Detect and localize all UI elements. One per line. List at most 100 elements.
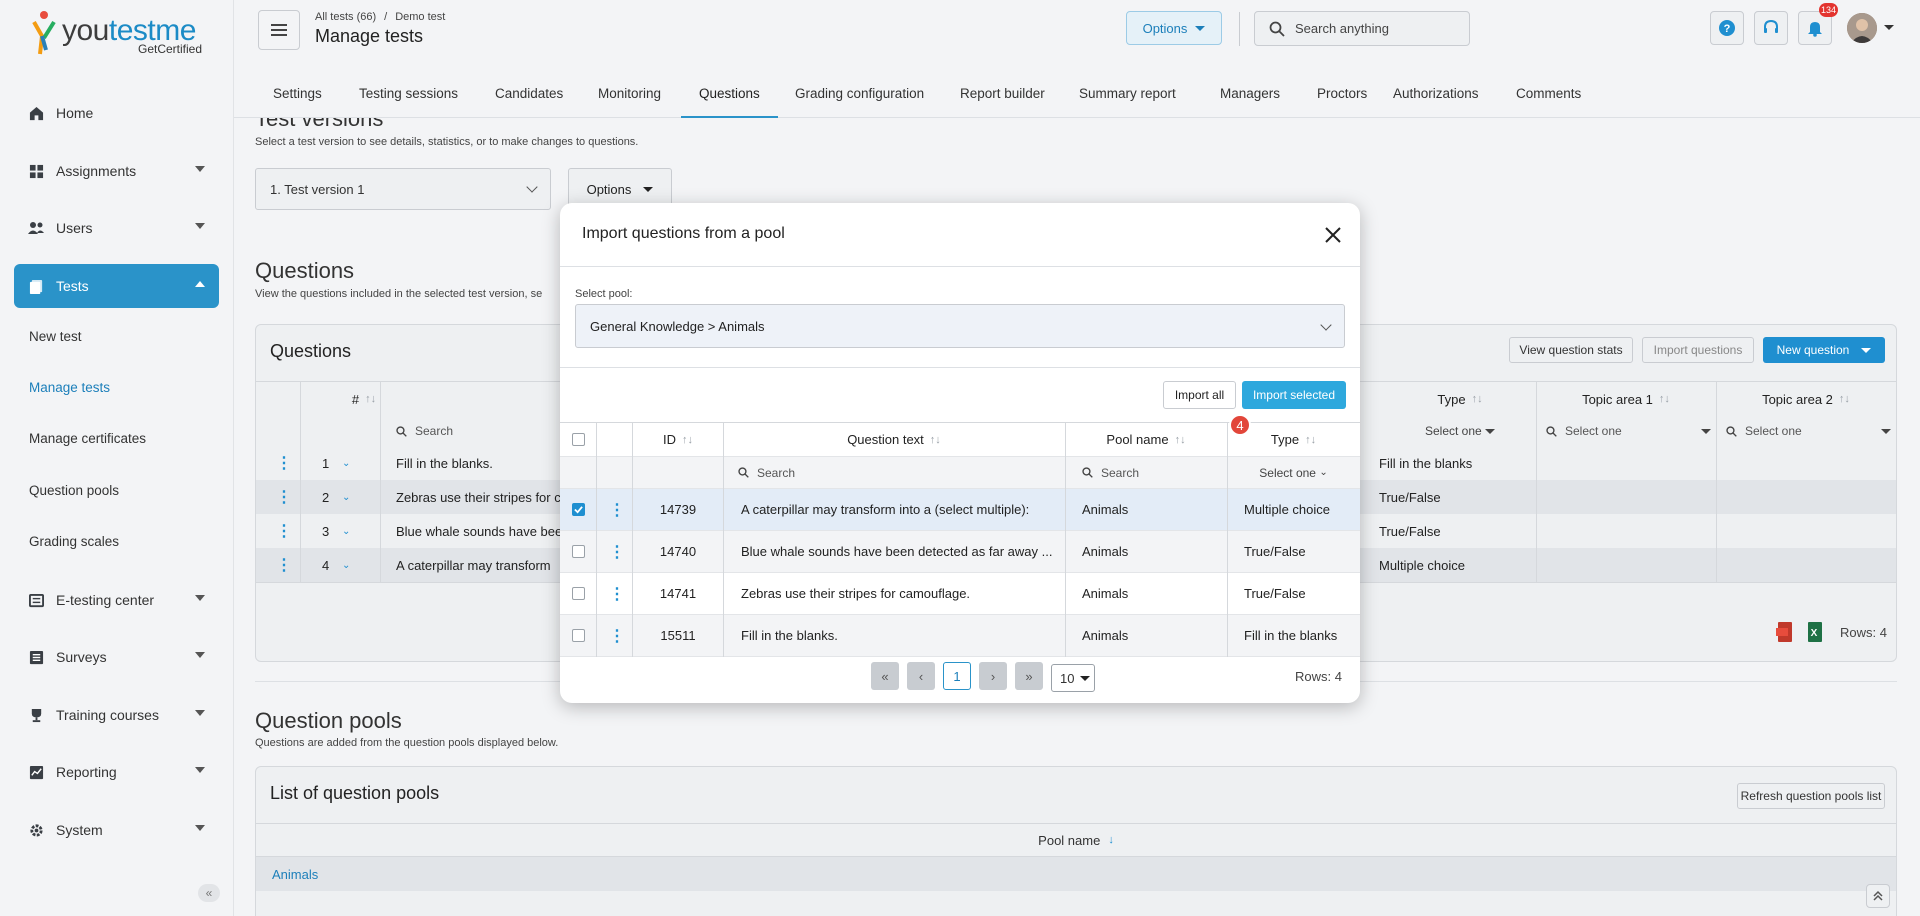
row-checkbox[interactable] xyxy=(572,573,585,614)
breadcrumb-current[interactable]: Demo test xyxy=(395,11,445,23)
pool-name-search-input[interactable]: Search xyxy=(1082,457,1139,488)
chevron-down-icon xyxy=(195,767,205,773)
tab-managers[interactable]: Managers xyxy=(1220,74,1280,118)
help-button[interactable]: ? xyxy=(1710,11,1744,45)
question-text: A caterpillar may transform xyxy=(396,557,551,573)
table-filter-row: Search Search Select one ⌄ xyxy=(560,457,1360,489)
sidebar-item-assignments[interactable]: Assignments xyxy=(14,149,219,193)
row-menu-icon[interactable]: ⋮ xyxy=(276,548,292,582)
pool-select[interactable]: General Knowledge > Animals xyxy=(575,304,1345,348)
row-menu-icon[interactable]: ⋮ xyxy=(609,615,625,656)
table-row[interactable]: ⋮ 14741 Zebras use their stripes for cam… xyxy=(560,573,1360,615)
topic2-filter-select[interactable]: Select one xyxy=(1726,416,1891,446)
tab-settings[interactable]: Settings xyxy=(273,74,322,118)
sidebar-subitem-manage-tests[interactable]: Manage tests xyxy=(29,380,110,395)
sidebar-item-training-courses[interactable]: Training courses xyxy=(14,693,219,737)
import-questions-button[interactable]: Import questions xyxy=(1642,337,1754,363)
last-page-button[interactable]: » xyxy=(1015,662,1043,690)
column-header-pool-name[interactable]: Pool name ↑↓ xyxy=(1065,423,1227,456)
sidebar-item-reporting[interactable]: Reporting xyxy=(14,750,219,794)
row-checkbox[interactable] xyxy=(572,615,585,656)
row-checkbox[interactable] xyxy=(572,531,585,572)
avatar[interactable] xyxy=(1847,13,1877,43)
next-page-button[interactable]: › xyxy=(979,662,1007,690)
sidebar-subitem-new-test[interactable]: New test xyxy=(29,329,82,344)
tab-candidates[interactable]: Candidates xyxy=(495,74,563,118)
pool-name-link[interactable]: Animals xyxy=(272,867,318,882)
collapse-sidebar-icon[interactable]: « xyxy=(198,884,220,902)
tab-authorizations[interactable]: Authorizations xyxy=(1393,74,1479,118)
column-header-topic-area-2[interactable]: Topic area 2 ↑↓ xyxy=(1716,382,1896,416)
pool-name-column-header[interactable]: Pool name ↓ xyxy=(256,823,1896,857)
column-header-topic-area-1[interactable]: Topic area 1 ↑↓ xyxy=(1536,382,1716,416)
options-button[interactable]: Options xyxy=(1126,11,1222,45)
sidebar-subitem-question-pools[interactable]: Question pools xyxy=(29,483,119,498)
row-menu-icon[interactable]: ⋮ xyxy=(276,446,292,480)
logo[interactable]: youtestme GetCertified xyxy=(28,10,228,56)
column-header-num[interactable]: # ↑↓ xyxy=(324,382,404,416)
row-menu-icon[interactable]: ⋮ xyxy=(609,489,625,530)
scroll-to-top-button[interactable] xyxy=(1866,884,1890,908)
sidebar-item-e-testing-center[interactable]: E-testing center xyxy=(14,578,219,622)
sidebar-item-home[interactable]: Home xyxy=(14,91,219,135)
page-size-select[interactable]: 10 xyxy=(1051,664,1095,692)
tab-report-builder[interactable]: Report builder xyxy=(960,74,1045,118)
table-row[interactable]: ⋮ 14739 A caterpillar may transform into… xyxy=(560,489,1360,531)
sidebar-subitem-grading-scales[interactable]: Grading scales xyxy=(29,534,119,549)
tab-testing-sessions[interactable]: Testing sessions xyxy=(359,74,458,118)
row-menu-icon[interactable]: ⋮ xyxy=(276,514,292,548)
global-search-input[interactable]: Search anything xyxy=(1254,11,1470,46)
table-row[interactable]: ⋮ 14740 Blue whale sounds have been dete… xyxy=(560,531,1360,573)
row-menu-icon[interactable]: ⋮ xyxy=(609,531,625,572)
pool-row[interactable]: Animals xyxy=(256,857,1896,891)
import-selected-button[interactable]: Import selected xyxy=(1242,381,1346,409)
previous-page-button[interactable]: ‹ xyxy=(907,662,935,690)
support-button[interactable] xyxy=(1754,11,1788,45)
refresh-question-pools-button[interactable]: Refresh question pools list xyxy=(1737,783,1885,809)
chevron-down-icon xyxy=(195,652,205,658)
export-pdf-icon[interactable] xyxy=(1776,622,1794,642)
sidebar-item-surveys[interactable]: Surveys xyxy=(14,635,219,679)
close-icon[interactable] xyxy=(1323,225,1343,245)
first-page-button[interactable]: « xyxy=(871,662,899,690)
caret-down-icon[interactable] xyxy=(1884,25,1894,30)
tab-grading-configuration[interactable]: Grading configuration xyxy=(795,74,924,118)
tab-questions[interactable]: Questions xyxy=(681,74,778,118)
expand-chevron-icon[interactable]: ⌄ xyxy=(342,514,350,548)
current-page-button[interactable]: 1 xyxy=(943,662,971,690)
question-text: Zebras use their stripes for c xyxy=(396,489,561,505)
column-header-id[interactable]: ID ↑↓ xyxy=(633,423,723,456)
sidebar-subitem-manage-certificates[interactable]: Manage certificates xyxy=(29,431,146,446)
assignments-icon xyxy=(28,163,44,179)
breadcrumb-link[interactable]: All tests (66) xyxy=(315,11,376,23)
table-row[interactable]: ⋮ 15511 Fill in the blanks. Animals Fill… xyxy=(560,615,1360,657)
type-filter-select[interactable]: Select one xyxy=(1384,416,1536,446)
column-header-type[interactable]: Type ↑↓ xyxy=(1384,382,1536,416)
sidebar-item-system[interactable]: System xyxy=(14,808,219,852)
expand-chevron-icon[interactable]: ⌄ xyxy=(342,446,350,480)
topic1-filter-select[interactable]: Select one xyxy=(1546,416,1711,446)
chevron-down-icon xyxy=(1881,428,1891,434)
sidebar-item-tests[interactable]: Tests xyxy=(14,264,219,308)
expand-chevron-icon[interactable]: ⌄ xyxy=(342,480,350,514)
test-version-select[interactable]: 1. Test version 1 xyxy=(255,168,551,210)
type-filter-select[interactable]: Select one ⌄ xyxy=(1227,457,1360,488)
question-text-search-input[interactable]: Search xyxy=(738,457,795,488)
select-all-checkbox[interactable] xyxy=(572,423,585,456)
tab-summary-report[interactable]: Summary report xyxy=(1079,74,1176,118)
sidebar-item-users[interactable]: Users xyxy=(14,206,219,250)
expand-chevron-icon[interactable]: ⌄ xyxy=(342,548,350,582)
question-text: Fill in the blanks. xyxy=(396,455,493,471)
hamburger-menu-icon[interactable] xyxy=(258,10,300,50)
row-menu-icon[interactable]: ⋮ xyxy=(276,480,292,514)
row-checkbox[interactable] xyxy=(572,489,585,530)
new-question-button[interactable]: New question xyxy=(1763,337,1885,363)
tab-proctors[interactable]: Proctors xyxy=(1317,74,1367,118)
tab-monitoring[interactable]: Monitoring xyxy=(598,74,661,118)
view-question-stats-button[interactable]: View question stats xyxy=(1509,337,1633,363)
column-header-question-text[interactable]: Question text ↑↓ xyxy=(723,423,1065,456)
tab-comments[interactable]: Comments xyxy=(1516,74,1581,118)
row-menu-icon[interactable]: ⋮ xyxy=(609,573,625,614)
import-all-button[interactable]: Import all xyxy=(1163,381,1236,409)
export-excel-icon[interactable]: X xyxy=(1806,622,1824,642)
